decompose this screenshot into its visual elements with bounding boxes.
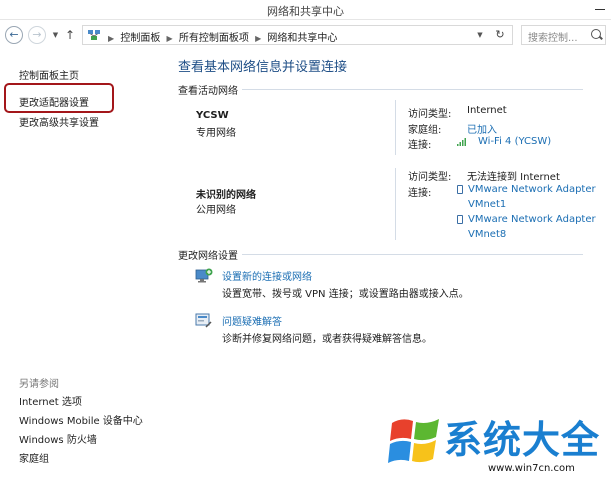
- divider: [242, 254, 583, 255]
- title-bar: 网络和共享中心: [0, 0, 611, 20]
- chevron-down-icon: ▼: [477, 31, 483, 39]
- refresh-icon: ↻: [495, 28, 505, 41]
- highlight-annotation: [4, 83, 114, 113]
- network-adapter-icon: [457, 215, 463, 224]
- search-icon: [591, 29, 601, 39]
- up-button[interactable]: ↑: [64, 28, 76, 42]
- see-also-homegroup[interactable]: 家庭组: [19, 450, 49, 465]
- troubleshoot-icon: [195, 313, 212, 328]
- network-adapter-icon: [457, 185, 463, 194]
- access-type-value: 无法连接到 Internet: [467, 172, 560, 183]
- windows-logo-icon: [388, 419, 439, 463]
- active-networks-heading: 查看活动网络: [178, 86, 238, 97]
- watermark-text: 系统大全: [444, 418, 601, 462]
- access-type-label: 访问类型:: [408, 172, 452, 183]
- chevron-right-icon[interactable]: ▶: [255, 34, 261, 43]
- search-input[interactable]: 搜索控制...: [521, 25, 606, 45]
- adapter-link-vmnet1-name[interactable]: VMnet1: [468, 199, 506, 210]
- access-type-value: Internet: [467, 105, 507, 116]
- address-bar[interactable]: ▶ 控制面板 ▶ 所有控制面板项 ▶ 网络和共享中心 ▼ ↻: [82, 25, 513, 45]
- divider: [242, 89, 583, 90]
- change-settings-heading: 更改网络设置: [178, 251, 238, 262]
- chevron-down-icon: ▼: [52, 31, 59, 39]
- network-icon: [88, 30, 100, 40]
- minimize-button[interactable]: [593, 3, 607, 15]
- connection-label: 连接:: [408, 188, 432, 199]
- sidebar-link-advanced-sharing[interactable]: 更改高级共享设置: [19, 114, 99, 129]
- chevron-right-icon: ▶: [108, 34, 115, 43]
- arrow-left-icon: ←: [9, 28, 19, 41]
- adapter-link-vmnet8-name[interactable]: VMnet8: [468, 229, 506, 240]
- back-button[interactable]: ←: [5, 26, 23, 44]
- recent-locations-dropdown[interactable]: ▼: [51, 30, 60, 40]
- watermark: 系统大全 www.win7cn.com: [388, 405, 611, 485]
- sidebar: 控制面板主页 更改适配器设置 更改高级共享设置 另请参阅 Internet 选项…: [0, 50, 168, 485]
- setup-connection-link[interactable]: 设置新的连接或网络: [222, 268, 312, 283]
- setup-connection-description: 设置宽带、拨号或 VPN 连接；或设置路由器或接入点。: [222, 289, 469, 300]
- page-title: 查看基本网络信息并设置连接: [178, 60, 348, 75]
- homegroup-label: 家庭组:: [408, 125, 442, 136]
- chevron-right-icon[interactable]: ▶: [167, 34, 173, 43]
- breadcrumb-item[interactable]: 控制面板: [120, 33, 160, 44]
- homegroup-link[interactable]: 已加入: [467, 121, 497, 136]
- breadcrumb-item[interactable]: 所有控制面板项: [179, 33, 249, 44]
- network-name: YCSW: [196, 110, 229, 121]
- refresh-button[interactable]: ↻: [492, 27, 508, 43]
- access-type-label: 访问类型:: [408, 109, 452, 120]
- network-type: 公用网络: [196, 205, 236, 216]
- arrow-right-icon: →: [32, 28, 42, 41]
- navigation-bar: ← → ▼ ↑ ▶ 控制面板 ▶ 所有控制面板项 ▶ 网络和共享中心 ▼ ↻ 搜…: [0, 20, 611, 50]
- breadcrumb: ▶ 控制面板 ▶ 所有控制面板项 ▶ 网络和共享中心: [105, 29, 337, 44]
- troubleshoot-link[interactable]: 问题疑难解答: [222, 313, 282, 328]
- connection-label: 连接:: [408, 140, 432, 151]
- adapter-link-vmnet1[interactable]: VMware Network Adapter: [468, 184, 596, 195]
- sidebar-link-control-panel-home[interactable]: 控制面板主页: [19, 67, 79, 82]
- search-placeholder: 搜索控制...: [528, 33, 578, 44]
- wifi-connection-link[interactable]: Wi-Fi 4 (YCSW): [478, 136, 551, 147]
- see-also-internet-options[interactable]: Internet 选项: [19, 393, 82, 408]
- see-also-windows-mobile[interactable]: Windows Mobile 设备中心: [19, 412, 143, 427]
- arrow-up-icon: ↑: [64, 28, 76, 42]
- new-connection-icon: [195, 268, 213, 283]
- adapter-link-vmnet8[interactable]: VMware Network Adapter: [468, 214, 596, 225]
- troubleshoot-description: 诊断并修复网络问题，或者获得疑难解答信息。: [222, 334, 432, 345]
- watermark-url: www.win7cn.com: [488, 463, 575, 474]
- see-also-label: 另请参阅: [19, 379, 59, 390]
- network-name: 未识别的网络: [196, 190, 256, 201]
- forward-button[interactable]: →: [28, 26, 46, 44]
- network-type[interactable]: 专用网络: [196, 124, 236, 139]
- window-title: 网络和共享中心: [267, 5, 344, 18]
- divider: [395, 100, 396, 155]
- address-dropdown[interactable]: ▼: [474, 28, 486, 42]
- breadcrumb-item[interactable]: 网络和共享中心: [267, 33, 337, 44]
- divider: [395, 168, 396, 240]
- wifi-signal-icon: [457, 138, 466, 146]
- see-also-windows-firewall[interactable]: Windows 防火墙: [19, 431, 97, 446]
